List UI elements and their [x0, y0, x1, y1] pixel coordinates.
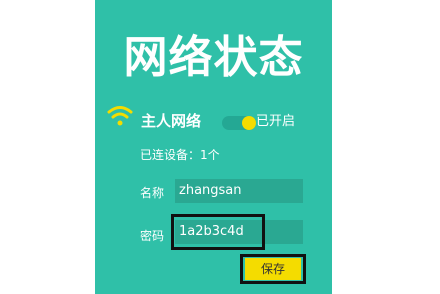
page-title: 网络状态	[123, 32, 304, 83]
wifi-icon	[107, 106, 133, 126]
toggle-knob	[242, 116, 256, 130]
save-button[interactable]: 保存	[245, 258, 301, 280]
password-highlight-box	[171, 214, 265, 250]
toggle-status-label: 已开启	[256, 114, 296, 129]
network-status-panel: 网络状态 主人网络 已开启 已连设备：1个 名称 zhangsan 密码 1a2…	[95, 0, 332, 294]
main-network-label: 主人网络	[141, 112, 202, 130]
main-network-toggle[interactable]	[222, 116, 256, 130]
name-field[interactable]: zhangsan	[175, 179, 303, 203]
password-label: 密码	[140, 229, 165, 243]
connected-devices-text: 已连设备：1个	[140, 148, 220, 162]
name-label: 名称	[140, 186, 165, 200]
